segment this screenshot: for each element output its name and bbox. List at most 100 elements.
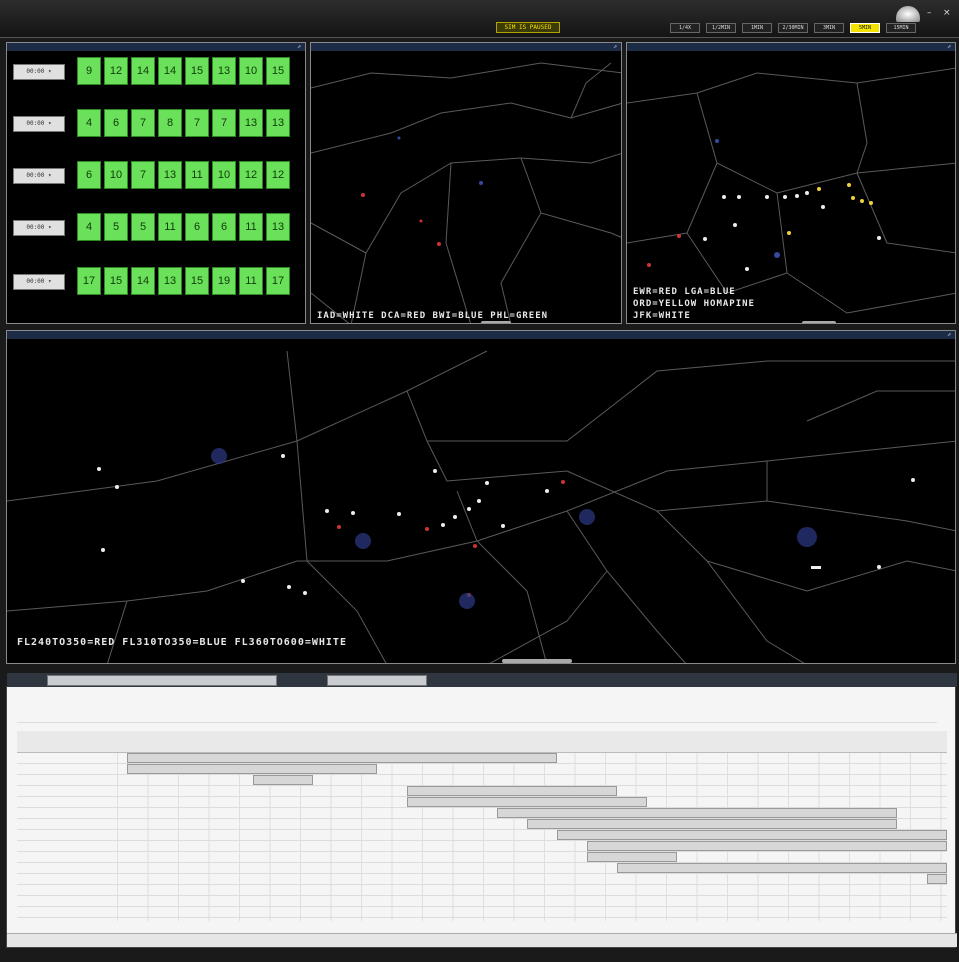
count-cell[interactable]: 13 <box>158 161 182 189</box>
horizontal-scrollbar[interactable] <box>481 321 511 323</box>
sector-map <box>7 350 955 663</box>
spreadsheet-titlebar <box>7 673 957 687</box>
count-cell[interactable]: 6 <box>77 161 101 189</box>
grid-row: 00:00 ▾ 4 6 7 8 7 7 13 13 <box>7 107 305 139</box>
count-cell[interactable]: 11 <box>239 213 263 241</box>
count-cell[interactable]: 4 <box>77 109 101 137</box>
map-legend: IAD=WHITE DCA=RED BWI=BLUE PHL=GREEN <box>317 311 549 321</box>
map-panel-dc-area[interactable]: ⇗ IAD=WHITE DCA=RED BWI=BLUE PHL=GREEN <box>310 42 622 324</box>
count-cell[interactable]: 14 <box>131 57 155 85</box>
sector-map <box>627 67 955 314</box>
time-button[interactable]: 1/4X <box>670 23 700 33</box>
time-button[interactable]: 3MIN <box>814 23 844 33</box>
time-buttons: 1/4X 1/2MIN 1MIN 2/30MIN 3MIN 5MIN 15MIN <box>670 23 916 33</box>
map-panel-high-altitude[interactable]: ⇗ FL240TO350=RED FL310TO350=BLUE FL360TO… <box>6 330 956 664</box>
timeline-bar[interactable] <box>127 753 557 763</box>
count-cell[interactable]: 10 <box>212 161 236 189</box>
count-cell[interactable]: 14 <box>158 57 182 85</box>
timeline-bar[interactable] <box>557 830 947 840</box>
panel-title-bar: ⇗ <box>7 43 305 51</box>
timeline-bar[interactable] <box>497 808 897 818</box>
table-row[interactable] <box>17 852 947 863</box>
spreadsheet-window <box>6 673 957 948</box>
count-cell[interactable]: 13 <box>239 109 263 137</box>
table-row[interactable] <box>17 885 947 896</box>
count-cell[interactable]: 5 <box>104 213 128 241</box>
sector-map <box>311 62 621 323</box>
row-time-select[interactable]: 00:00 ▾ <box>13 220 65 236</box>
pin-icon[interactable]: ⇗ <box>297 43 301 51</box>
map-legend: FL240TO350=RED FL310TO350=BLUE FL360TO60… <box>17 637 347 648</box>
row-time-select[interactable]: 00:00 ▾ <box>13 168 65 184</box>
row-time-select[interactable]: 00:00 ▾ <box>13 274 65 290</box>
timeline-bar[interactable] <box>587 852 677 862</box>
count-cell[interactable]: 6 <box>185 213 209 241</box>
count-cell[interactable]: 8 <box>158 109 182 137</box>
count-cell[interactable]: 13 <box>212 57 236 85</box>
count-cell[interactable]: 7 <box>185 109 209 137</box>
traffic-count-grid-panel: ⇗ 00:00 ▾ 9 12 14 14 15 13 10 15 00:00 ▾… <box>6 42 306 324</box>
count-cell[interactable]: 7 <box>212 109 236 137</box>
time-button[interactable]: 1MIN <box>742 23 772 33</box>
count-cell[interactable]: 15 <box>185 267 209 295</box>
count-cell[interactable]: 10 <box>239 57 263 85</box>
count-cell[interactable]: 7 <box>131 161 155 189</box>
count-cell[interactable]: 12 <box>266 161 290 189</box>
count-cell[interactable]: 11 <box>239 267 263 295</box>
count-cell[interactable]: 5 <box>131 213 155 241</box>
row-time-select[interactable]: 00:00 ▾ <box>13 116 65 132</box>
count-cell[interactable]: 19 <box>212 267 236 295</box>
grid-row: 00:00 ▾ 9 12 14 14 15 13 10 15 <box>7 55 305 87</box>
grid-row: 00:00 ▾ 17 15 14 13 15 19 11 17 <box>7 265 305 297</box>
map-legend-line2: ORD=YELLOW HOMAPINE <box>633 299 755 309</box>
time-button[interactable]: 1/2MIN <box>706 23 736 33</box>
count-cell[interactable]: 7 <box>131 109 155 137</box>
count-cell[interactable]: 6 <box>104 109 128 137</box>
count-cell[interactable]: 6 <box>212 213 236 241</box>
sim-paused-indicator[interactable]: SIM IS PAUSED <box>496 22 560 33</box>
timeline-bar[interactable] <box>127 764 377 774</box>
count-cell[interactable]: 9 <box>77 57 101 85</box>
timeline-bar[interactable] <box>527 819 897 829</box>
map-legend-line1: EWR=RED LGA=BLUE <box>633 287 736 297</box>
app-logo-icon <box>896 6 920 22</box>
count-cell[interactable]: 17 <box>77 267 101 295</box>
count-cell[interactable]: 12 <box>239 161 263 189</box>
time-button-active[interactable]: 5MIN <box>850 23 880 33</box>
count-cell[interactable]: 15 <box>266 57 290 85</box>
timeline-bar[interactable] <box>927 874 947 884</box>
timeline-bar[interactable] <box>407 797 647 807</box>
row-time-select[interactable]: 00:00 ▾ <box>13 64 65 80</box>
spreadsheet-toolbar <box>17 709 937 723</box>
count-cell[interactable]: 17 <box>266 267 290 295</box>
table-row[interactable] <box>17 896 947 907</box>
count-cell[interactable]: 11 <box>185 161 209 189</box>
time-button[interactable]: 15MIN <box>886 23 916 33</box>
count-cell[interactable]: 10 <box>104 161 128 189</box>
horizontal-scrollbar[interactable] <box>502 659 572 663</box>
count-cell[interactable]: 15 <box>104 267 128 295</box>
window-controls: – × <box>927 8 953 18</box>
count-cell[interactable]: 15 <box>185 57 209 85</box>
count-cell[interactable]: 13 <box>266 213 290 241</box>
timeline-bar[interactable] <box>253 775 313 785</box>
time-button[interactable]: 2/30MIN <box>778 23 808 33</box>
spreadsheet-tab[interactable] <box>47 675 277 686</box>
count-cell[interactable]: 13 <box>158 267 182 295</box>
minimize-icon[interactable]: – <box>927 8 937 18</box>
map-panel-ny-area[interactable]: ⇗ EWR=RED LGA=BLUE ORD=YELLOW HOMAPINE J… <box>626 42 956 324</box>
spreadsheet-tab-2[interactable] <box>327 675 427 686</box>
count-cell[interactable]: 4 <box>77 213 101 241</box>
horizontal-scrollbar[interactable] <box>802 321 836 323</box>
table-row[interactable] <box>17 775 947 786</box>
timeline-bar[interactable] <box>587 841 947 851</box>
table-row[interactable] <box>17 907 947 918</box>
count-cell[interactable]: 13 <box>266 109 290 137</box>
timeline-bar[interactable] <box>617 863 947 873</box>
count-cell[interactable]: 12 <box>104 57 128 85</box>
timeline-bar[interactable] <box>407 786 617 796</box>
close-icon[interactable]: × <box>943 8 953 18</box>
count-cell[interactable]: 11 <box>158 213 182 241</box>
table-row[interactable] <box>17 874 947 885</box>
count-cell[interactable]: 14 <box>131 267 155 295</box>
